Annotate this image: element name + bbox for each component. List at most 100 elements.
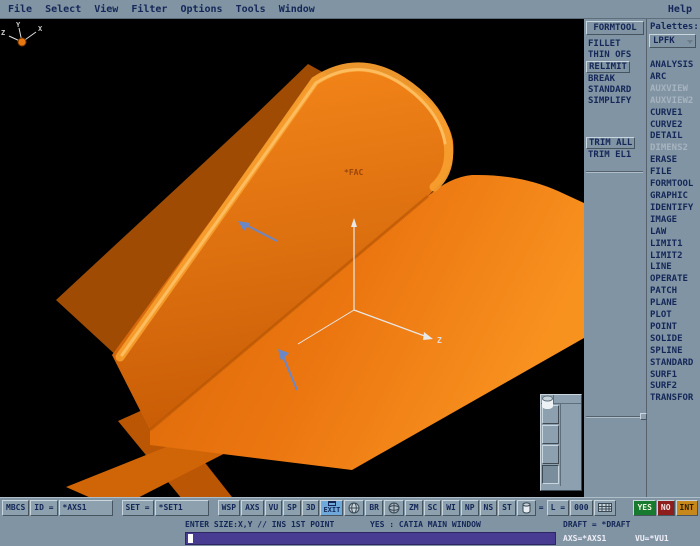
z-axis-label: Z [437, 336, 442, 345]
wi-button[interactable]: WI [442, 500, 460, 516]
tool-standard[interactable]: STANDARD [588, 85, 631, 95]
menu-select[interactable]: Select [45, 4, 81, 15]
tool-relimit[interactable]: RELIMIT [586, 61, 630, 73]
menu-bar: File Select View Filter Options Tools Wi… [0, 0, 700, 19]
palette-item-analysis[interactable]: ANALYSIS [650, 60, 699, 72]
palette-item-surf2[interactable]: SURF2 [650, 381, 699, 393]
palette-item-dimens2: DIMENS2 [650, 143, 699, 155]
no-button[interactable]: NO [657, 500, 675, 516]
palette-item-curve1[interactable]: CURVE1 [650, 108, 699, 120]
palette-item-transfor[interactable]: TRANSFOR [650, 393, 699, 405]
palette-item-image[interactable]: IMAGE [650, 215, 699, 227]
set-label-button[interactable]: SET = [122, 500, 154, 516]
sp-button[interactable]: SP [283, 500, 301, 516]
bottom-toolbar: MBCS ID = *AXS1 SET = *SET1 WSP AXS VU S… [0, 497, 700, 517]
palette-item-curve2[interactable]: CURVE2 [650, 120, 699, 132]
palette-item-identify[interactable]: IDENTIFY [650, 203, 699, 215]
palette-item-operate[interactable]: OPERATE [650, 274, 699, 286]
cup-icon-button[interactable] [517, 500, 536, 516]
br-button[interactable]: BR [365, 500, 383, 516]
palette-item-auxview: AUXVIEW [650, 84, 699, 96]
zm-button[interactable]: ZM [405, 500, 423, 516]
tool-trim-el1[interactable]: TRIM EL1 [588, 150, 631, 160]
tool-break[interactable]: BREAK [588, 74, 615, 84]
equals-label: = [537, 503, 546, 512]
tool-trim-all[interactable]: TRIM ALL [586, 137, 635, 149]
palette-item-formtool[interactable]: FORMTOOL [650, 179, 699, 191]
separator-handle[interactable] [640, 413, 647, 420]
axs-button[interactable]: AXS [241, 500, 263, 516]
cylinder-wire-icon-button-2[interactable] [542, 425, 559, 444]
id-value-field[interactable]: *AXS1 [59, 500, 113, 516]
exit-button[interactable]: EXIT [320, 500, 343, 516]
panel-separator-1 [586, 171, 643, 172]
palette-item-patch[interactable]: PATCH [650, 286, 699, 298]
yes-button[interactable]: YES [633, 500, 655, 516]
palette-item-standard[interactable]: STANDARD [650, 358, 699, 370]
palette-item-solide[interactable]: SOLIDE [650, 334, 699, 346]
menu-view[interactable]: View [94, 4, 118, 15]
ns-button[interactable]: NS [480, 500, 498, 516]
command-input[interactable] [185, 532, 556, 545]
menu-help[interactable]: Help [668, 4, 692, 15]
palette-item-arc[interactable]: ARC [650, 72, 699, 84]
world-icon [348, 502, 360, 514]
main-viewport[interactable]: *FAC Z Y X Z [0, 19, 584, 497]
sc-button[interactable]: SC [424, 500, 442, 516]
catia-main-window: File Select View Filter Options Tools Wi… [0, 0, 700, 546]
command-bar: AXS=*AXS1 VU=*VU1 [0, 531, 700, 546]
palette-item-surf1[interactable]: SURF1 [650, 370, 699, 382]
palette-item-plane[interactable]: PLANE [650, 298, 699, 310]
world-icon-button-1[interactable] [344, 500, 364, 516]
id-label-button[interactable]: ID = [30, 500, 57, 516]
palette-item-line[interactable]: LINE [650, 262, 699, 274]
np-button[interactable]: NP [461, 500, 479, 516]
palette-item-plot[interactable]: PLOT [650, 310, 699, 322]
world-icon-button-2[interactable] [384, 500, 404, 516]
formtool-panel: FORMTOOL FILLET THIN OFS RELIMIT BREAK S… [584, 19, 647, 497]
view-palette [540, 394, 582, 491]
cylinder-solid-icon-button[interactable] [542, 465, 559, 484]
palette-item-graphic[interactable]: GRAPHIC [650, 191, 699, 203]
menu-tools[interactable]: Tools [236, 4, 266, 15]
menu-options[interactable]: Options [180, 4, 222, 15]
palette-item-law[interactable]: LAW [650, 227, 699, 239]
palette-item-spline[interactable]: SPLINE [650, 346, 699, 358]
l-label-button[interactable]: L = [547, 500, 569, 516]
keyboard-icon-button[interactable] [594, 500, 616, 516]
palette-item-limit1[interactable]: LIMIT1 [650, 239, 699, 251]
vu-button[interactable]: VU [265, 500, 283, 516]
cup-icon [521, 502, 532, 514]
st-button[interactable]: ST [498, 500, 516, 516]
palette-item-auxview2: AUXVIEW2 [650, 96, 699, 108]
palette-item-detail[interactable]: DETAIL [650, 131, 699, 143]
3d-scene: *FAC Z Y X Z [0, 19, 584, 497]
lpfk-dropdown-value: LPFK [653, 36, 675, 46]
palette-item-limit2[interactable]: LIMIT2 [650, 251, 699, 263]
set-value-field[interactable]: *SET1 [155, 500, 209, 516]
palettes-panel: Palettes: LPFK ANALYSIS ARC AUXVIEW AUXV… [647, 19, 699, 497]
l-value-field[interactable]: 000 [570, 500, 592, 516]
3d-button[interactable]: 3D [302, 500, 320, 516]
window-message-text: YES : CATIA MAIN WINDOW [370, 520, 481, 529]
status-bar: ENTER SIZE:X,Y // INS 1ST POINT YES : CA… [0, 517, 700, 531]
keyboard-icon [598, 503, 612, 512]
tool-fillet[interactable]: FILLET [588, 39, 621, 49]
side-panel: FORMTOOL FILLET THIN OFS RELIMIT BREAK S… [584, 19, 700, 497]
cylinder-wire-icon-button-3[interactable] [542, 445, 559, 464]
menu-filter[interactable]: Filter [131, 4, 167, 15]
int-button[interactable]: INT [676, 500, 698, 516]
tool-simplify[interactable]: SIMPLIFY [588, 96, 631, 106]
palette-item-point[interactable]: POINT [650, 322, 699, 334]
menu-window[interactable]: Window [279, 4, 315, 15]
current-axis-text: AXS=*AXS1 [563, 534, 606, 543]
mbcs-button[interactable]: MBCS [2, 500, 29, 516]
exit-button-label: EXIT [323, 507, 340, 514]
tool-thin-ofs[interactable]: THIN OFS [588, 50, 631, 60]
palette-item-erase[interactable]: ERASE [650, 155, 699, 167]
wsp-button[interactable]: WSP [218, 500, 240, 516]
lpfk-dropdown[interactable]: LPFK [649, 34, 696, 48]
menu-file[interactable]: File [8, 4, 32, 15]
palette-item-file[interactable]: FILE [650, 167, 699, 179]
chevron-down-icon [687, 40, 693, 44]
